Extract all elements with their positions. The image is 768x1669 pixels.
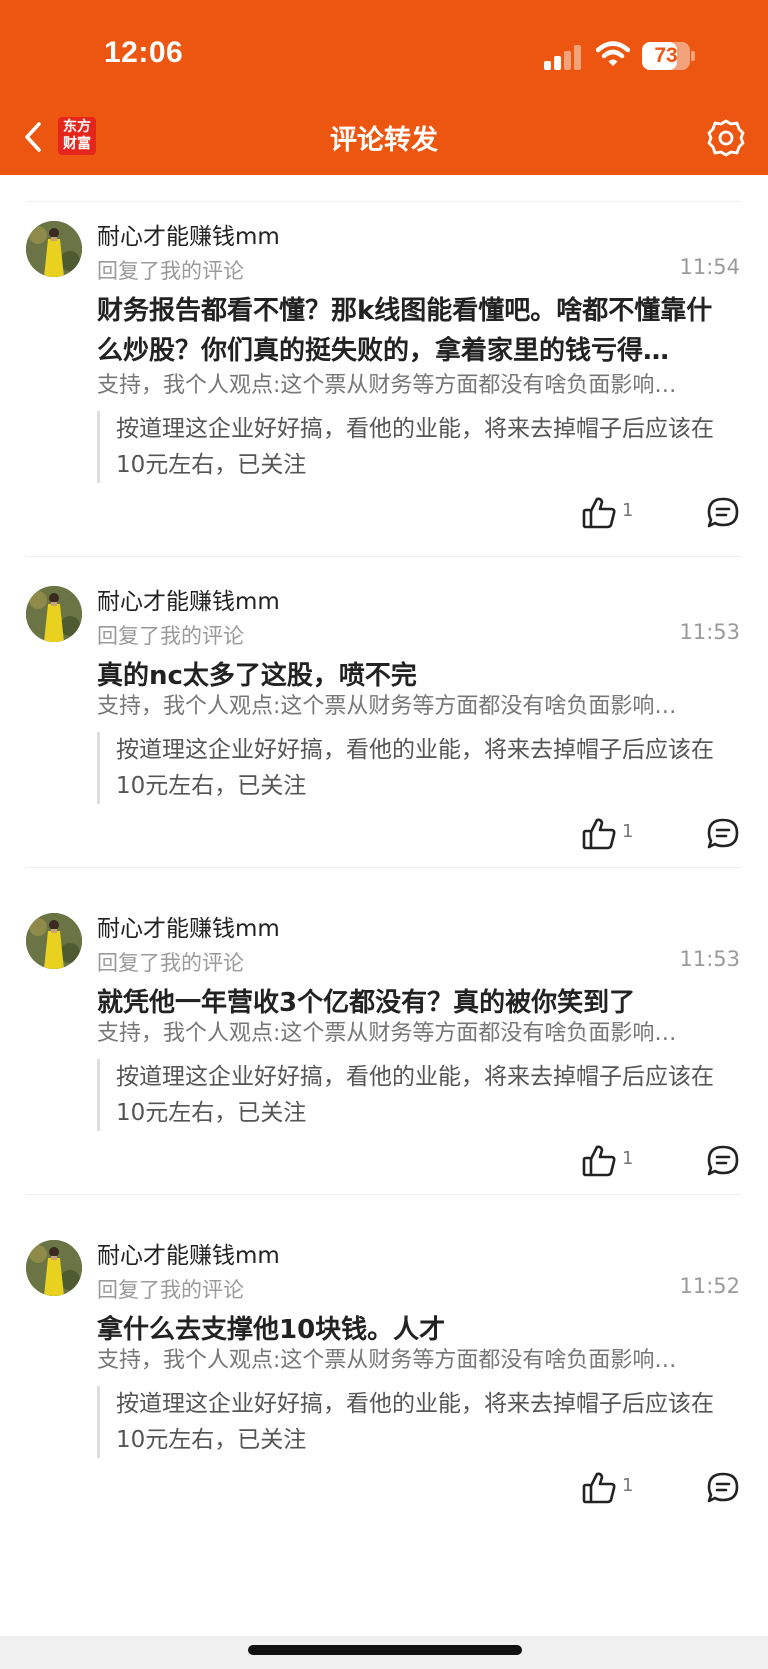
thumbs-up-icon[interactable] [581, 1470, 617, 1506]
avatar[interactable] [26, 586, 82, 642]
username[interactable]: 耐心才能赚钱mm [97, 582, 280, 616]
like-count: 1 [622, 1148, 634, 1169]
like-count: 1 [622, 1475, 634, 1496]
comment-bubble-icon[interactable] [706, 1471, 740, 1505]
username[interactable]: 耐心才能赚钱mm [97, 909, 280, 943]
original-comment[interactable]: 支持，我个人观点:这个票从财务等方面都没有啥负面影响… [97, 367, 737, 399]
comment-item[interactable]: 耐心才能赚钱mm 回复了我的评论 11:53 真的nc太多了这股，喷不完 支持，… [0, 540, 768, 888]
reply-note: 回复了我的评论 [97, 259, 244, 283]
status-time: 12:06 [104, 36, 184, 69]
timestamp: 11:52 [679, 1274, 740, 1298]
thumbs-up-icon[interactable] [581, 816, 617, 852]
username[interactable]: 耐心才能赚钱mm [97, 217, 280, 251]
quoted-text[interactable]: 按道理这企业好好搞，看他的业能，将来去掉帽子后应该在10元左右，已关注 [97, 1386, 737, 1458]
like-count: 1 [622, 500, 634, 521]
timestamp: 11:54 [679, 255, 740, 279]
quoted-text[interactable]: 按道理这企业好好搞，看他的业能，将来去掉帽子后应该在10元左右，已关注 [97, 1059, 737, 1131]
comment-item[interactable]: 耐心才能赚钱mm 回复了我的评论 11:52 拿什么去支撑他10块钱。人才 支持… [0, 1194, 768, 1542]
gear-icon[interactable] [706, 118, 746, 158]
original-comment[interactable]: 支持，我个人观点:这个票从财务等方面都没有啥负面影响… [97, 688, 737, 720]
avatar[interactable] [26, 913, 82, 969]
thumbs-up-icon[interactable] [581, 495, 617, 531]
thumbs-up-icon[interactable] [581, 1143, 617, 1179]
timestamp: 11:53 [679, 620, 740, 644]
avatar[interactable] [26, 1240, 82, 1296]
home-indicator [248, 1645, 522, 1655]
comment-item[interactable]: 耐心才能赚钱mm 回复了我的评论 11:53 就凭他一年营收3个亿都没有？真的被… [0, 867, 768, 1215]
header-bar: 12:06 73 东方 财富 评论转发 [0, 0, 768, 175]
like-count: 1 [622, 821, 634, 842]
comment-item[interactable]: 耐心才能赚钱mm 回复了我的评论 11:54 财务报告都看不懂？那k线图能看懂吧… [0, 175, 768, 557]
battery-percent: 73 [654, 44, 678, 67]
comment-text[interactable]: 财务报告都看不懂？那k线图能看懂吧。啥都不懂靠什么炒股？你们真的挺失败的，拿着家… [97, 291, 737, 371]
page-title: 评论转发 [330, 125, 438, 156]
battery-icon: 73 [642, 42, 695, 70]
quoted-text[interactable]: 按道理这企业好好搞，看他的业能，将来去掉帽子后应该在10元左右，已关注 [97, 732, 737, 804]
quoted-text[interactable]: 按道理这企业好好搞，看他的业能，将来去掉帽子后应该在10元左右，已关注 [97, 411, 737, 483]
comment-bubble-icon[interactable] [706, 817, 740, 851]
cellular-signal-icon [544, 44, 584, 70]
avatar-image [26, 1240, 82, 1296]
avatar-image [26, 913, 82, 969]
original-comment[interactable]: 支持，我个人观点:这个票从财务等方面都没有啥负面影响… [97, 1342, 737, 1374]
wifi-icon [596, 41, 630, 66]
reply-note: 回复了我的评论 [97, 951, 244, 975]
original-comment[interactable]: 支持，我个人观点:这个票从财务等方面都没有啥负面影响… [97, 1015, 737, 1047]
reply-note: 回复了我的评论 [97, 624, 244, 648]
avatar-image [26, 586, 82, 642]
comment-bubble-icon[interactable] [706, 1144, 740, 1178]
avatar[interactable] [26, 221, 82, 277]
comment-bubble-icon[interactable] [706, 496, 740, 530]
reply-note: 回复了我的评论 [97, 1278, 244, 1302]
avatar-image [26, 221, 82, 277]
timestamp: 11:53 [679, 947, 740, 971]
username[interactable]: 耐心才能赚钱mm [97, 1236, 280, 1270]
